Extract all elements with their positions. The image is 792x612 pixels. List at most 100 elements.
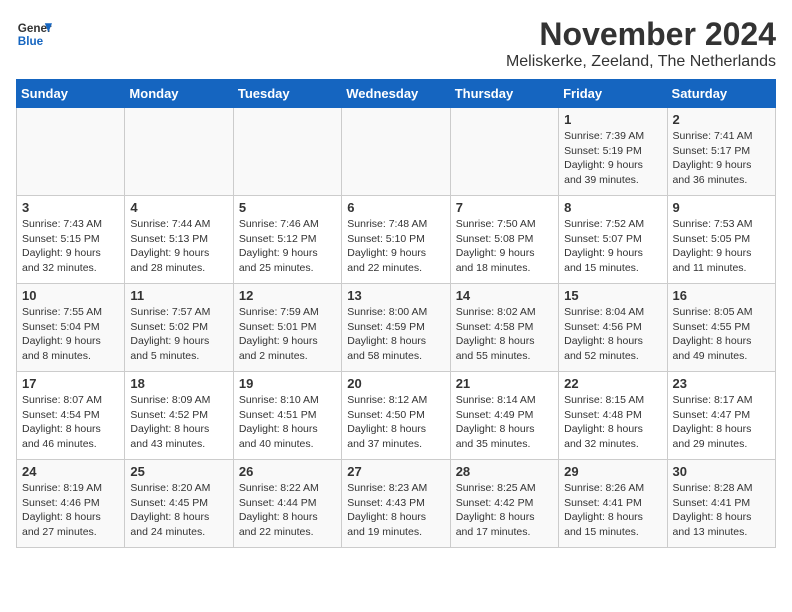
calendar-cell: 15 Sunrise: 8:04 AM Sunset: 4:56 PM Dayli… [559, 284, 667, 372]
day-number: 10 [22, 288, 119, 303]
day-info: Sunrise: 7:44 AM Sunset: 5:13 PM Dayligh… [130, 217, 227, 276]
day-info: Sunrise: 8:19 AM Sunset: 4:46 PM Dayligh… [22, 481, 119, 540]
calendar-cell: 14Sunrise: 8:02 AM Sunset: 4:58 PM Dayli… [450, 284, 558, 372]
day-info: Sunrise: 8:00 AM Sunset: 4:59 PM Dayligh… [347, 305, 444, 364]
calendar-cell: 7Sunrise: 7:50 AM Sunset: 5:08 PM Daylig… [450, 196, 558, 284]
day-info: Sunrise: 8:04 AM Sunset: 4:56 PM Dayligh… [564, 305, 661, 364]
day-number: 8 [564, 200, 661, 215]
day-info: Sunrise: 7:48 AM Sunset: 5:10 PM Dayligh… [347, 217, 444, 276]
day-header-monday: Monday [125, 80, 233, 108]
calendar-cell: 17 Sunrise: 8:07 AM Sunset: 4:54 PM Dayli… [17, 372, 125, 460]
day-number: 9 [673, 200, 770, 215]
day-info: Sunrise: 8:07 AM Sunset: 4:54 PM Dayligh… [22, 393, 119, 452]
day-number: 26 [239, 464, 336, 479]
day-info: Sunrise: 8:10 AM Sunset: 4:51 PM Dayligh… [239, 393, 336, 452]
calendar-week-1: 1 Sunrise: 7:39 AM Sunset: 5:19 PM Daylig… [17, 108, 776, 196]
calendar-cell: 20Sunrise: 8:12 AM Sunset: 4:50 PM Dayli… [342, 372, 450, 460]
day-number: 27 [347, 464, 444, 479]
calendar-cell: 12Sunrise: 7:59 AM Sunset: 5:01 PM Dayli… [233, 284, 341, 372]
day-number: 17 [22, 376, 119, 391]
day-number: 11 [130, 288, 227, 303]
day-info: Sunrise: 8:14 AM Sunset: 4:49 PM Dayligh… [456, 393, 553, 452]
calendar-cell [17, 108, 125, 196]
day-number: 24 [22, 464, 119, 479]
day-info: Sunrise: 7:39 AM Sunset: 5:19 PM Dayligh… [564, 129, 661, 188]
day-header-saturday: Saturday [667, 80, 775, 108]
day-info: Sunrise: 8:22 AM Sunset: 4:44 PM Dayligh… [239, 481, 336, 540]
day-number: 6 [347, 200, 444, 215]
day-number: 23 [673, 376, 770, 391]
day-info: Sunrise: 7:52 AM Sunset: 5:07 PM Dayligh… [564, 217, 661, 276]
day-number: 1 [564, 112, 661, 127]
day-info: Sunrise: 8:05 AM Sunset: 4:55 PM Dayligh… [673, 305, 770, 364]
calendar-cell: 6 Sunrise: 7:48 AM Sunset: 5:10 PM Daylig… [342, 196, 450, 284]
calendar-week-5: 24 Sunrise: 8:19 AM Sunset: 4:46 PM Dayli… [17, 460, 776, 548]
day-info: Sunrise: 8:26 AM Sunset: 4:41 PM Dayligh… [564, 481, 661, 540]
calendar-cell [450, 108, 558, 196]
day-number: 16 [673, 288, 770, 303]
calendar-cell: 28Sunrise: 8:25 AM Sunset: 4:42 PM Dayli… [450, 460, 558, 548]
svg-text:Blue: Blue [18, 35, 44, 48]
day-header-sunday: Sunday [17, 80, 125, 108]
day-number: 21 [456, 376, 553, 391]
calendar-table: SundayMondayTuesdayWednesdayThursdayFrid… [16, 79, 776, 548]
calendar-cell: 26 Sunrise: 8:22 AM Sunset: 4:44 PM Dayli… [233, 460, 341, 548]
day-number: 28 [456, 464, 553, 479]
day-header-tuesday: Tuesday [233, 80, 341, 108]
calendar-cell [233, 108, 341, 196]
day-number: 20 [347, 376, 444, 391]
day-number: 15 [564, 288, 661, 303]
day-info: Sunrise: 8:09 AM Sunset: 4:52 PM Dayligh… [130, 393, 227, 452]
calendar-cell: 1 Sunrise: 7:39 AM Sunset: 5:19 PM Daylig… [559, 108, 667, 196]
day-header-wednesday: Wednesday [342, 80, 450, 108]
day-info: Sunrise: 8:28 AM Sunset: 4:41 PM Dayligh… [673, 481, 770, 540]
calendar-cell: 19 Sunrise: 8:10 AM Sunset: 4:51 PM Dayli… [233, 372, 341, 460]
day-number: 18 [130, 376, 227, 391]
day-info: Sunrise: 8:17 AM Sunset: 4:47 PM Dayligh… [673, 393, 770, 452]
day-number: 7 [456, 200, 553, 215]
calendar-cell: 13Sunrise: 8:00 AM Sunset: 4:59 PM Dayli… [342, 284, 450, 372]
calendar-cell: 22 Sunrise: 8:15 AM Sunset: 4:48 PM Dayli… [559, 372, 667, 460]
calendar-body: 1 Sunrise: 7:39 AM Sunset: 5:19 PM Daylig… [17, 108, 776, 548]
day-info: Sunrise: 7:53 AM Sunset: 5:05 PM Dayligh… [673, 217, 770, 276]
calendar-cell: 10 Sunrise: 7:55 AM Sunset: 5:04 PM Dayli… [17, 284, 125, 372]
calendar-cell [342, 108, 450, 196]
calendar-cell: 5 Sunrise: 7:46 AM Sunset: 5:12 PM Daylig… [233, 196, 341, 284]
calendar-week-2: 3Sunrise: 7:43 AM Sunset: 5:15 PM Daylig… [17, 196, 776, 284]
calendar-cell: 9 Sunrise: 7:53 AM Sunset: 5:05 PM Daylig… [667, 196, 775, 284]
calendar-cell: 24 Sunrise: 8:19 AM Sunset: 4:46 PM Dayli… [17, 460, 125, 548]
calendar-cell: 3Sunrise: 7:43 AM Sunset: 5:15 PM Daylig… [17, 196, 125, 284]
day-number: 14 [456, 288, 553, 303]
calendar-cell: 2Sunrise: 7:41 AM Sunset: 5:17 PM Daylig… [667, 108, 775, 196]
calendar-cell: 4 Sunrise: 7:44 AM Sunset: 5:13 PM Daylig… [125, 196, 233, 284]
day-number: 19 [239, 376, 336, 391]
day-info: Sunrise: 7:43 AM Sunset: 5:15 PM Dayligh… [22, 217, 119, 276]
location-title: Meliskerke, Zeeland, The Netherlands [506, 53, 776, 71]
day-number: 22 [564, 376, 661, 391]
day-number: 25 [130, 464, 227, 479]
calendar-week-4: 17 Sunrise: 8:07 AM Sunset: 4:54 PM Dayli… [17, 372, 776, 460]
month-title: November 2024 [506, 16, 776, 53]
day-header-thursday: Thursday [450, 80, 558, 108]
day-header-friday: Friday [559, 80, 667, 108]
day-number: 5 [239, 200, 336, 215]
day-number: 29 [564, 464, 661, 479]
logo: General Blue [16, 16, 52, 52]
header: General Blue November 2024 Meliskerke, Z… [16, 16, 776, 71]
calendar-cell: 25 Sunrise: 8:20 AM Sunset: 4:45 PM Dayli… [125, 460, 233, 548]
calendar-cell [125, 108, 233, 196]
day-info: Sunrise: 8:20 AM Sunset: 4:45 PM Dayligh… [130, 481, 227, 540]
calendar-week-3: 10 Sunrise: 7:55 AM Sunset: 5:04 PM Dayli… [17, 284, 776, 372]
calendar-cell: 30 Sunrise: 8:28 AM Sunset: 4:41 PM Dayli… [667, 460, 775, 548]
day-info: Sunrise: 7:46 AM Sunset: 5:12 PM Dayligh… [239, 217, 336, 276]
day-info: Sunrise: 8:23 AM Sunset: 4:43 PM Dayligh… [347, 481, 444, 540]
day-number: 4 [130, 200, 227, 215]
calendar-cell: 21 Sunrise: 8:14 AM Sunset: 4:49 PM Dayli… [450, 372, 558, 460]
calendar-cell: 23 Sunrise: 8:17 AM Sunset: 4:47 PM Dayli… [667, 372, 775, 460]
day-number: 30 [673, 464, 770, 479]
day-info: Sunrise: 7:55 AM Sunset: 5:04 PM Dayligh… [22, 305, 119, 364]
logo-icon: General Blue [16, 16, 52, 52]
calendar-cell: 16 Sunrise: 8:05 AM Sunset: 4:55 PM Dayli… [667, 284, 775, 372]
day-info: Sunrise: 7:57 AM Sunset: 5:02 PM Dayligh… [130, 305, 227, 364]
day-info: Sunrise: 8:15 AM Sunset: 4:48 PM Dayligh… [564, 393, 661, 452]
